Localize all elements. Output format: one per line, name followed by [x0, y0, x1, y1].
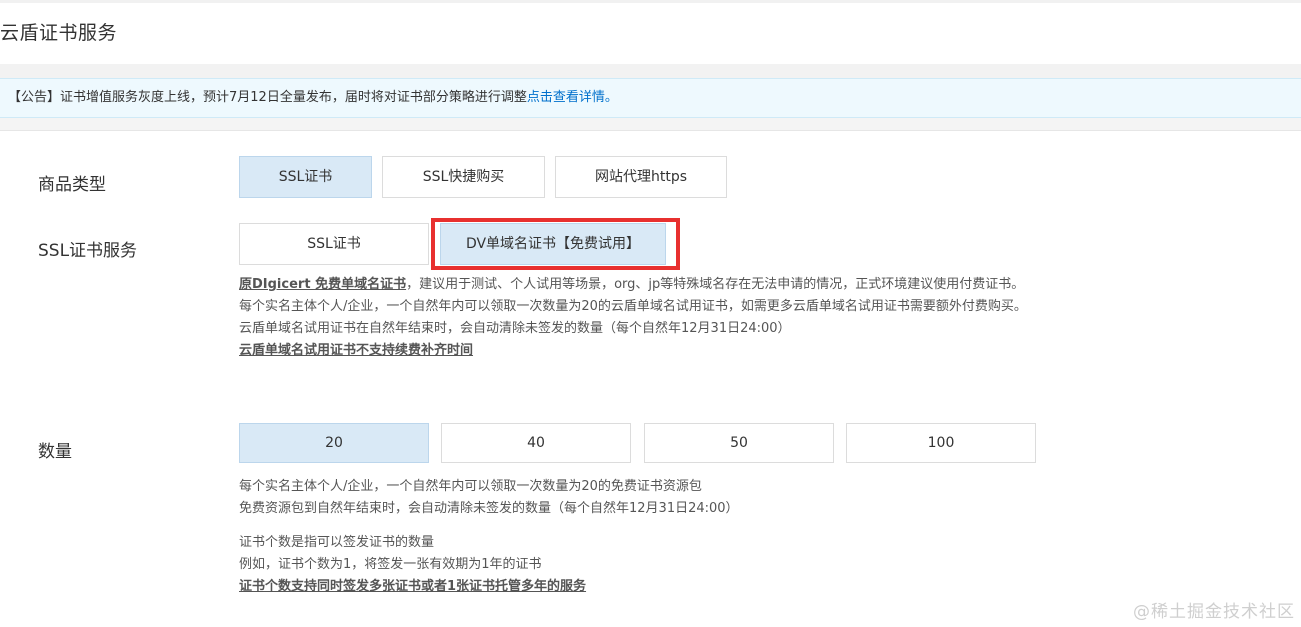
quantity-option-40[interactable]: 40 — [441, 423, 631, 463]
quantity-desc-line-1: 每个实名主体个人/企业，一个自然年内可以领取一次数量为20的免费证书资源包 — [239, 479, 702, 494]
quantity-notes: 证书个数是指可以签发证书的数量 例如，证书个数为1，将签发一张有效期为1年的证书… — [239, 532, 586, 598]
purchase-form — [0, 130, 1301, 627]
ssl-service-ssl-cert-option[interactable]: SSL证书 — [239, 223, 429, 265]
product-type-ssl-quick-buy-option[interactable]: SSL快捷购买 — [382, 156, 545, 198]
page-title: 云盾证书服务 — [0, 22, 118, 44]
quantity-desc-line-2: 免费资源包到自然年结束时，会自动清除未签发的数量（每个自然年12月31日24:0… — [239, 501, 739, 516]
quantity-label: 数量 — [38, 442, 72, 462]
ssl-desc-text-1: ，建议用于测试、个人试用等场景，org、jp等特殊域名存在无法申请的情况，正式环… — [406, 277, 1025, 292]
annotation-highlight-box — [431, 218, 680, 270]
header-divider — [0, 64, 1301, 78]
quantity-option-50[interactable]: 50 — [644, 423, 834, 463]
ssl-desc-line-1: 原DIgicert 免费单域名证书，建议用于测试、个人试用等场景，org、jp等… — [239, 274, 1027, 296]
ssl-desc-emphasis-2: 云盾单域名试用证书不支持续费补齐时间 — [239, 343, 474, 358]
quantity-note-line-1: 证书个数是指可以签发证书的数量 — [239, 535, 435, 550]
announcement-details-link[interactable]: 点击查看详情。 — [527, 90, 618, 105]
top-divider — [0, 0, 1301, 3]
ssl-desc-line-3: 云盾单域名试用证书在自然年结束时，会自动清除未签发的数量（每个自然年12月31日… — [239, 321, 791, 336]
section-gap — [0, 118, 1301, 130]
ssl-desc-line-2: 每个实名主体个人/企业，一个自然年内可以领取一次数量为20的云盾单域名试用证书，… — [239, 299, 1027, 314]
quantity-description: 每个实名主体个人/企业，一个自然年内可以领取一次数量为20的免费证书资源包 免费… — [239, 476, 739, 520]
ssl-service-label: SSL证书服务 — [38, 241, 138, 261]
announcement-bar: 【公告】证书增值服务灰度上线，预计7月12日全量发布，届时将对证书部分策略进行调… — [0, 78, 1301, 118]
quantity-option-100[interactable]: 100 — [846, 423, 1036, 463]
quantity-note-line-2: 例如，证书个数为1，将签发一张有效期为1年的证书 — [239, 557, 542, 572]
quantity-option-20[interactable]: 20 — [239, 423, 429, 463]
product-type-label: 商品类型 — [38, 175, 106, 195]
announcement-text: 【公告】证书增值服务灰度上线，预计7月12日全量发布，届时将对证书部分策略进行调… — [8, 90, 527, 105]
ssl-service-description: 原DIgicert 免费单域名证书，建议用于测试、个人试用等场景，org、jp等… — [239, 274, 1027, 362]
watermark: @稀土掘金技术社区 — [1133, 602, 1295, 622]
ssl-desc-emphasis-1: 原DIgicert 免费单域名证书 — [239, 277, 407, 292]
product-type-ssl-cert-option[interactable]: SSL证书 — [239, 156, 372, 198]
quantity-note-emphasis: 证书个数支持同时签发多张证书或者1张证书托管多年的服务 — [239, 579, 587, 594]
product-type-site-proxy-https-option[interactable]: 网站代理https — [555, 156, 727, 198]
